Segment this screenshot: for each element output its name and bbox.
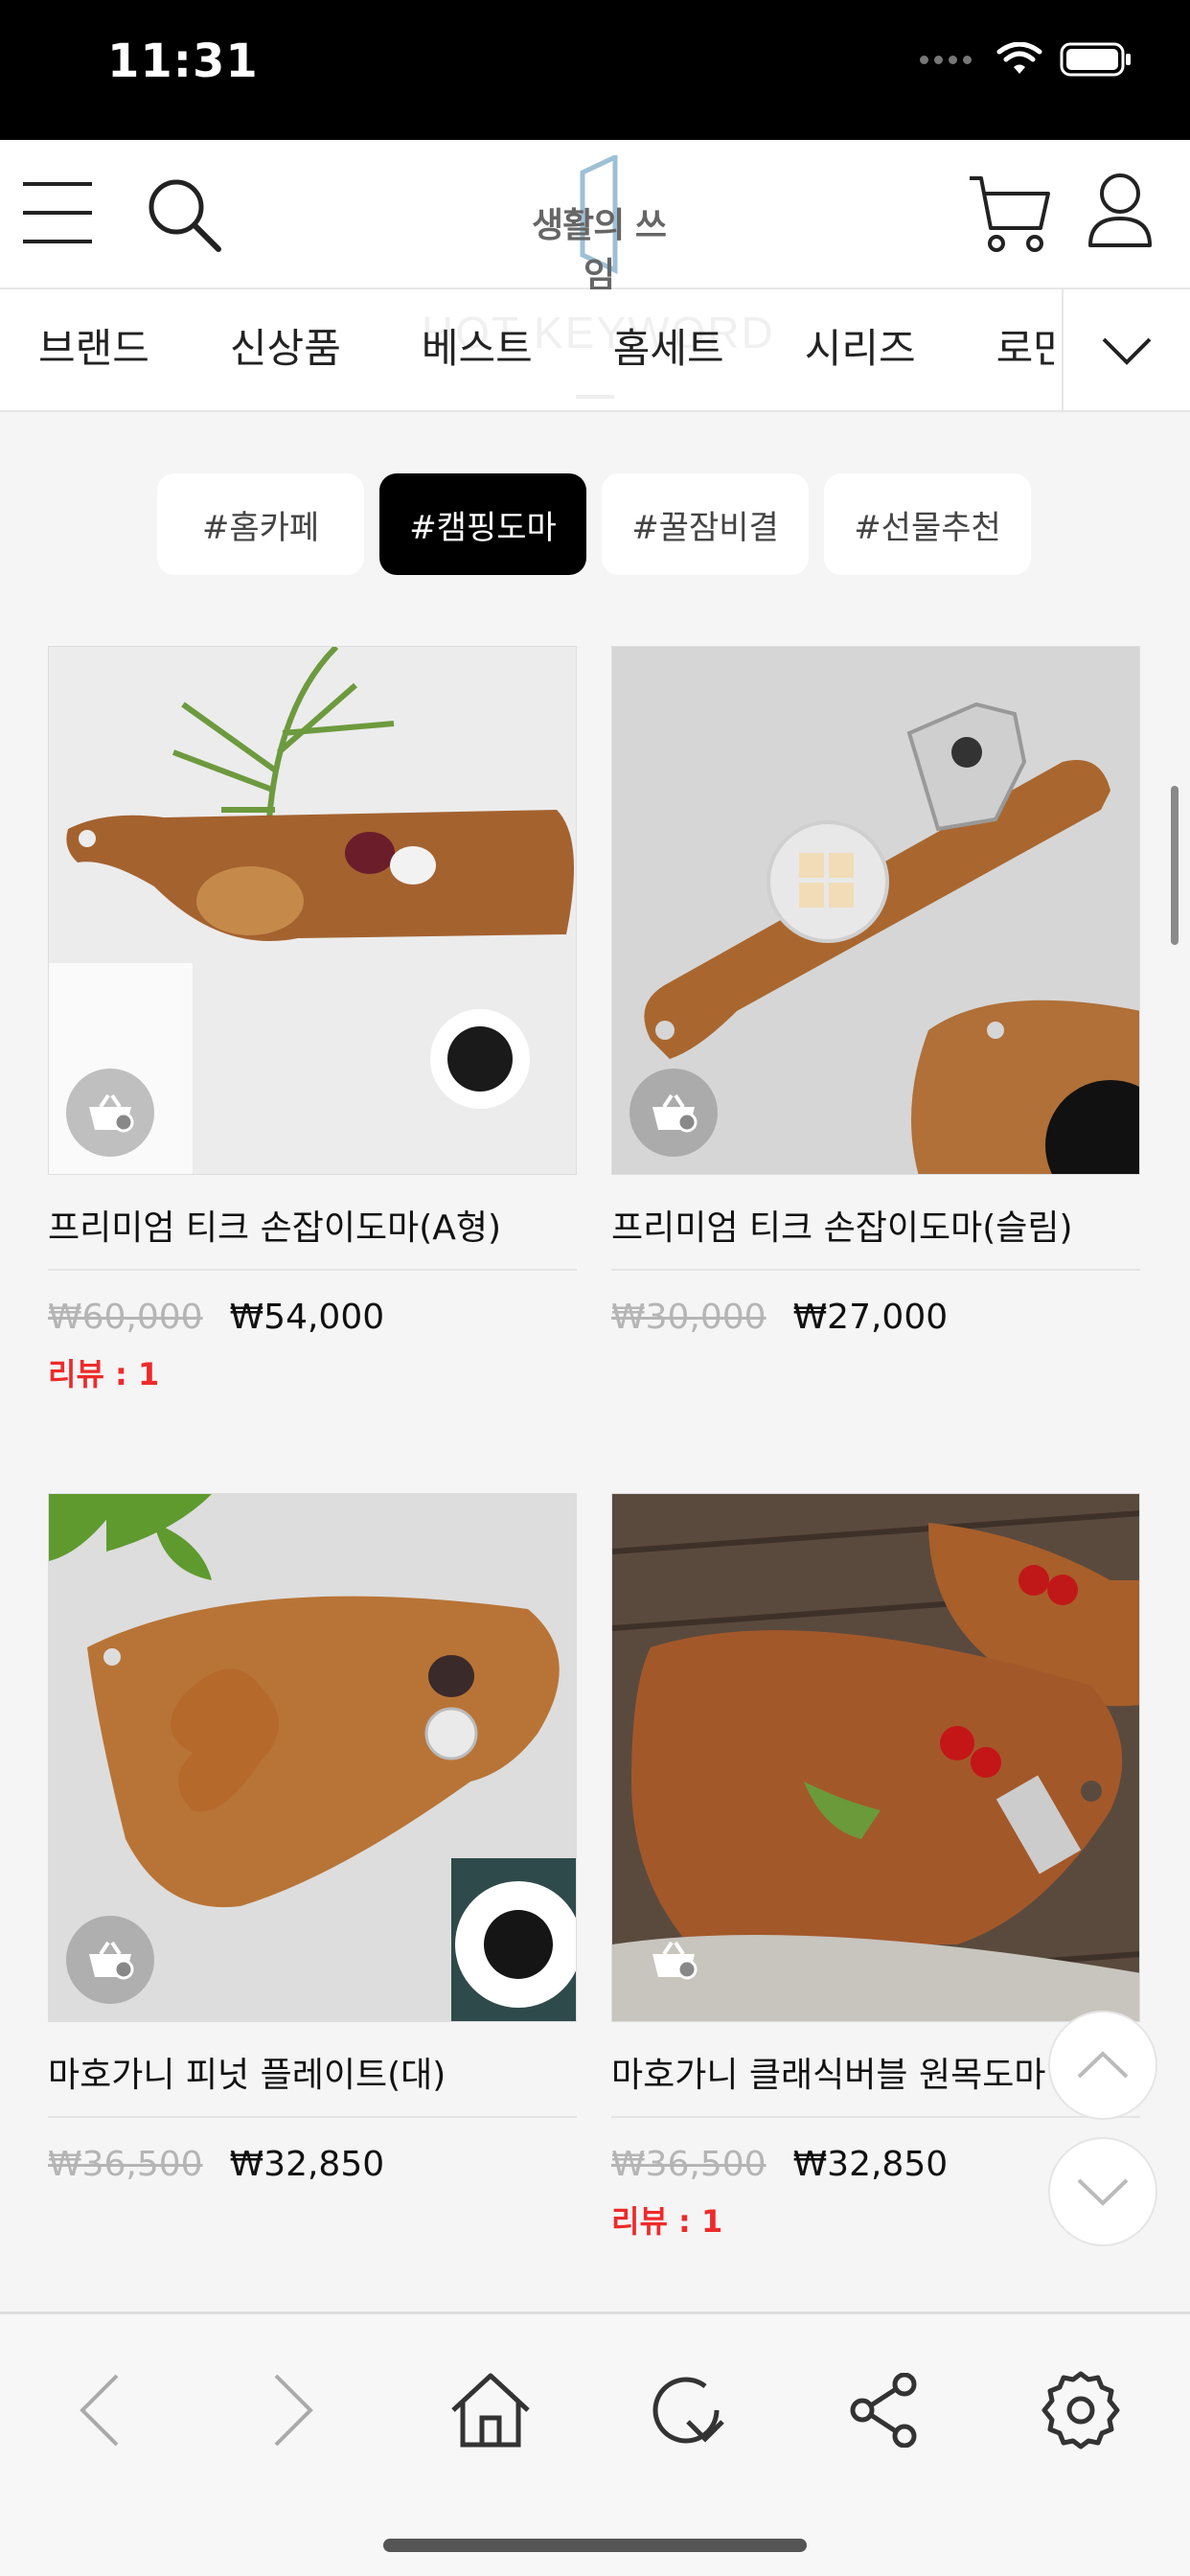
status-bar: 11:31	[0, 0, 1190, 140]
brand-logo[interactable]: 생활의 쓰임	[517, 155, 680, 295]
add-to-cart-button[interactable]	[66, 1069, 154, 1157]
basket-icon	[652, 1941, 698, 1980]
forward-arrow-icon	[274, 2374, 313, 2447]
product-image[interactable]	[611, 646, 1140, 1175]
sale-price: ₩32,850	[792, 2145, 949, 2184]
divider	[611, 1269, 1140, 1271]
sale-price: ₩32,850	[229, 2145, 385, 2184]
home-indicator	[383, 2539, 807, 2552]
product-name[interactable]: 프리미엄 티크 손잡이도마(슬림)	[611, 1200, 1140, 1257]
category-best[interactable]: 베스트	[422, 316, 533, 375]
product-card[interactable]: 프리미엄 티크 손잡이도마(슬림) ₩30,000 ₩27,000	[611, 646, 1140, 1337]
product-card[interactable]: 마호가니 피넛 플레이트(대) ₩36,500 ₩32,850	[48, 1493, 577, 2184]
category-brand[interactable]: 브랜드	[38, 316, 149, 375]
chevron-down-icon	[1102, 337, 1152, 365]
product-name[interactable]: 프리미엄 티크 손잡이도마(A형)	[48, 1200, 577, 1257]
category-home-set[interactable]: 홈세트	[613, 316, 724, 375]
logo-text: 생활의 쓰임	[531, 206, 667, 295]
app-header: 생활의 쓰임	[0, 140, 1190, 295]
category-roman[interactable]: 로만	[996, 316, 1054, 375]
original-price: ₩36,500	[611, 2145, 767, 2184]
sale-price: ₩27,000	[792, 1298, 949, 1337]
add-to-cart-button[interactable]	[629, 1069, 718, 1157]
search-icon[interactable]	[146, 176, 222, 257]
sale-price: ₩54,000	[229, 1298, 385, 1337]
original-price: ₩30,000	[611, 1298, 767, 1337]
basket-icon	[89, 1941, 134, 1980]
divider	[48, 1269, 577, 1271]
product-image[interactable]	[611, 1493, 1140, 2022]
product-card[interactable]: 마호가니 클래식버블 원목도마 ₩36,500 ₩32,850 리뷰 : 1	[611, 1493, 1140, 2242]
scroll-indicator[interactable]	[1171, 786, 1179, 945]
category-series[interactable]: 시리즈	[805, 316, 916, 375]
original-price: ₩60,000	[48, 1298, 203, 1337]
status-time: 11:31	[107, 34, 259, 88]
gear-icon	[1041, 2371, 1120, 2450]
battery-icon	[1060, 42, 1131, 77]
category-expand-button[interactable]	[1062, 289, 1190, 410]
keyword-chip-sleep[interactable]: #꿀잠비결	[602, 473, 809, 575]
nav-indicator	[576, 395, 614, 399]
share-icon	[850, 2373, 917, 2448]
chevron-up-icon	[1077, 2051, 1129, 2079]
product-image[interactable]	[48, 1493, 577, 2022]
divider	[611, 2116, 1140, 2118]
divider	[48, 2116, 577, 2118]
product-name[interactable]: 마호가니 피넛 플레이트(대)	[48, 2047, 577, 2104]
scroll-bottom-button[interactable]	[1048, 2137, 1157, 2246]
share-button[interactable]	[835, 2362, 931, 2458]
keyword-chip-home-cafe[interactable]: #홈카페	[157, 473, 364, 575]
cart-icon[interactable]	[968, 172, 1050, 259]
add-to-cart-button[interactable]	[629, 1916, 718, 2004]
product-card[interactable]: 프리미엄 티크 손잡이도마(A형) ₩60,000 ₩54,000 리뷰 : 1	[48, 646, 577, 1394]
home-icon	[451, 2373, 530, 2448]
user-icon[interactable]	[1087, 172, 1154, 253]
keyword-chips: #홈카페 #캠핑도마 #꿀잠비결 #선물추천	[157, 473, 1031, 575]
product-image[interactable]	[48, 646, 577, 1175]
settings-button[interactable]	[1033, 2362, 1129, 2458]
scroll-top-button[interactable]	[1048, 2011, 1157, 2120]
add-to-cart-button[interactable]	[66, 1916, 154, 2004]
back-button[interactable]	[52, 2362, 148, 2458]
menu-icon[interactable]	[21, 180, 94, 249]
wifi-icon	[996, 42, 1042, 74]
forward-button[interactable]	[245, 2362, 341, 2458]
keyword-chip-gift[interactable]: #선물추천	[824, 473, 1031, 575]
back-arrow-icon	[80, 2374, 119, 2447]
basket-icon	[652, 1093, 698, 1133]
basket-icon	[89, 1093, 134, 1133]
refresh-button[interactable]	[638, 2362, 734, 2458]
home-button[interactable]	[443, 2362, 538, 2458]
bottom-toolbar	[0, 2312, 1190, 2576]
original-price: ₩36,500	[48, 2145, 203, 2184]
review-count: 리뷰 : 1	[48, 1356, 160, 1392]
category-nav: HOT KEYWORD 브랜드 신상품 베스트 홈세트 시리즈 로만	[0, 289, 1190, 412]
chevron-down-icon	[1077, 2178, 1129, 2206]
refresh-icon	[652, 2377, 724, 2444]
keyword-chip-camping-board[interactable]: #캠핑도마	[379, 473, 586, 575]
signal-icon	[920, 55, 972, 64]
category-new[interactable]: 신상품	[230, 316, 341, 375]
